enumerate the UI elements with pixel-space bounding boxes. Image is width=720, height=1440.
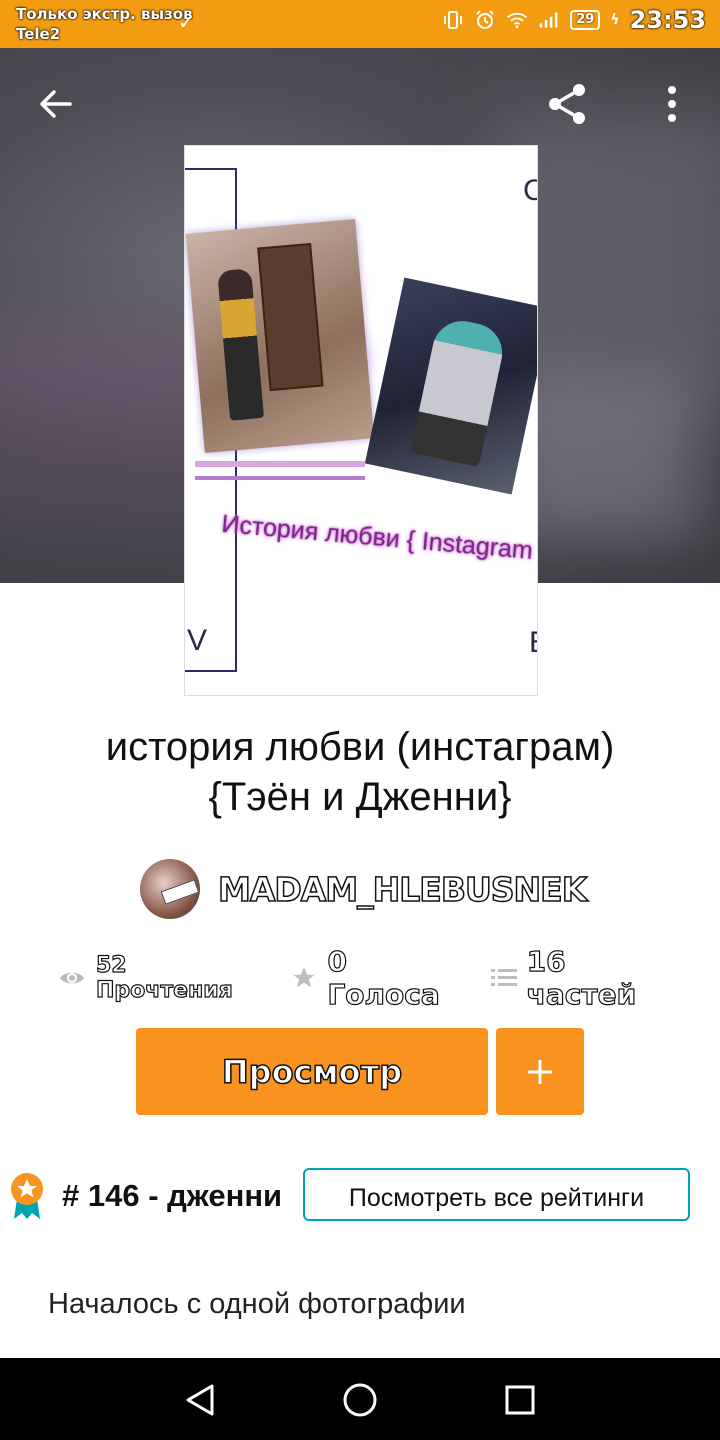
carrier-info: Только экстр. вызов Tele2 xyxy=(16,4,193,44)
star-icon xyxy=(293,967,316,988)
votes-stat: 0 Голоса xyxy=(291,944,462,1012)
clock: 23:53 xyxy=(629,6,706,34)
eye-icon xyxy=(60,972,84,984)
author-row[interactable]: MADAM_HLEBUSNEK xyxy=(140,858,588,920)
recents-square-icon xyxy=(505,1385,535,1415)
parts-stat: 16 частей xyxy=(490,944,678,1012)
home-circle-icon xyxy=(343,1383,377,1417)
more-vertical-icon xyxy=(668,86,676,122)
nav-recents-button[interactable] xyxy=(494,1374,546,1426)
add-to-library-button[interactable] xyxy=(496,1028,584,1115)
cover-photo-left xyxy=(185,219,375,453)
carrier-line-1: Только экстр. вызов xyxy=(16,5,193,23)
votes-count: 0 Голоса xyxy=(327,944,441,1011)
battery-icon: 29 xyxy=(570,10,601,30)
story-title: история любви (инстаграм) {Тэён и Дженни… xyxy=(0,722,720,822)
view-all-rankings-button[interactable]: Посмотреть все рейтинги xyxy=(303,1168,690,1221)
cover-letter-left: V xyxy=(187,624,208,657)
more-options-button[interactable] xyxy=(646,78,698,130)
nav-back-button[interactable] xyxy=(174,1374,226,1426)
rank-badge-icon xyxy=(11,1173,43,1219)
cover-letter-right-top: C xyxy=(523,174,537,208)
avatar[interactable] xyxy=(140,859,200,919)
share-button[interactable] xyxy=(541,78,593,130)
cover-photo-right xyxy=(364,277,537,495)
check-icon: ✓ xyxy=(178,10,195,34)
story-title-line-1: история любви (инстаграм) xyxy=(105,725,615,769)
cover-title: История любви { Instagram } xyxy=(220,509,538,567)
back-arrow-icon xyxy=(40,90,72,118)
back-button[interactable] xyxy=(30,78,82,130)
story-stats: 52 Прочтения 0 Голоса 16 частей xyxy=(58,944,678,1012)
status-bar: Только экстр. вызов Tele2 ✓ 29 ϟ 23:53 xyxy=(0,0,720,48)
story-title-line-2: {Тэён и Дженни} xyxy=(208,775,512,819)
author-name[interactable]: MADAM_HLEBUSNEK xyxy=(217,869,588,910)
rank-label: # 146 - дженни xyxy=(62,1178,283,1213)
cover-letter-right-bottom: E xyxy=(529,626,537,660)
share-icon xyxy=(549,84,585,124)
ranking-row: # 146 - дженни xyxy=(8,1168,282,1224)
list-icon xyxy=(490,969,517,986)
status-icons: 29 ϟ 23:53 xyxy=(442,6,706,34)
carrier-line-2: Tele2 xyxy=(16,25,61,43)
wifi-icon xyxy=(506,9,528,31)
book-cover[interactable]: История любви { Instagram } V C E xyxy=(184,145,538,696)
charging-icon: ϟ xyxy=(610,12,620,28)
vibrate-icon xyxy=(442,9,464,31)
signal-icon xyxy=(538,9,560,31)
alarm-icon xyxy=(474,9,496,31)
back-triangle-icon xyxy=(186,1384,214,1416)
reads-stat: 52 Прочтения xyxy=(58,952,263,1004)
parts-count: 16 частей xyxy=(526,944,637,1011)
nav-home-button[interactable] xyxy=(334,1374,386,1426)
plus-icon xyxy=(528,1059,552,1084)
read-button[interactable]: Просмотр xyxy=(136,1028,488,1115)
reads-count: 52 Прочтения xyxy=(95,952,233,1003)
story-description: Началось с одной фотографии xyxy=(48,1288,466,1320)
